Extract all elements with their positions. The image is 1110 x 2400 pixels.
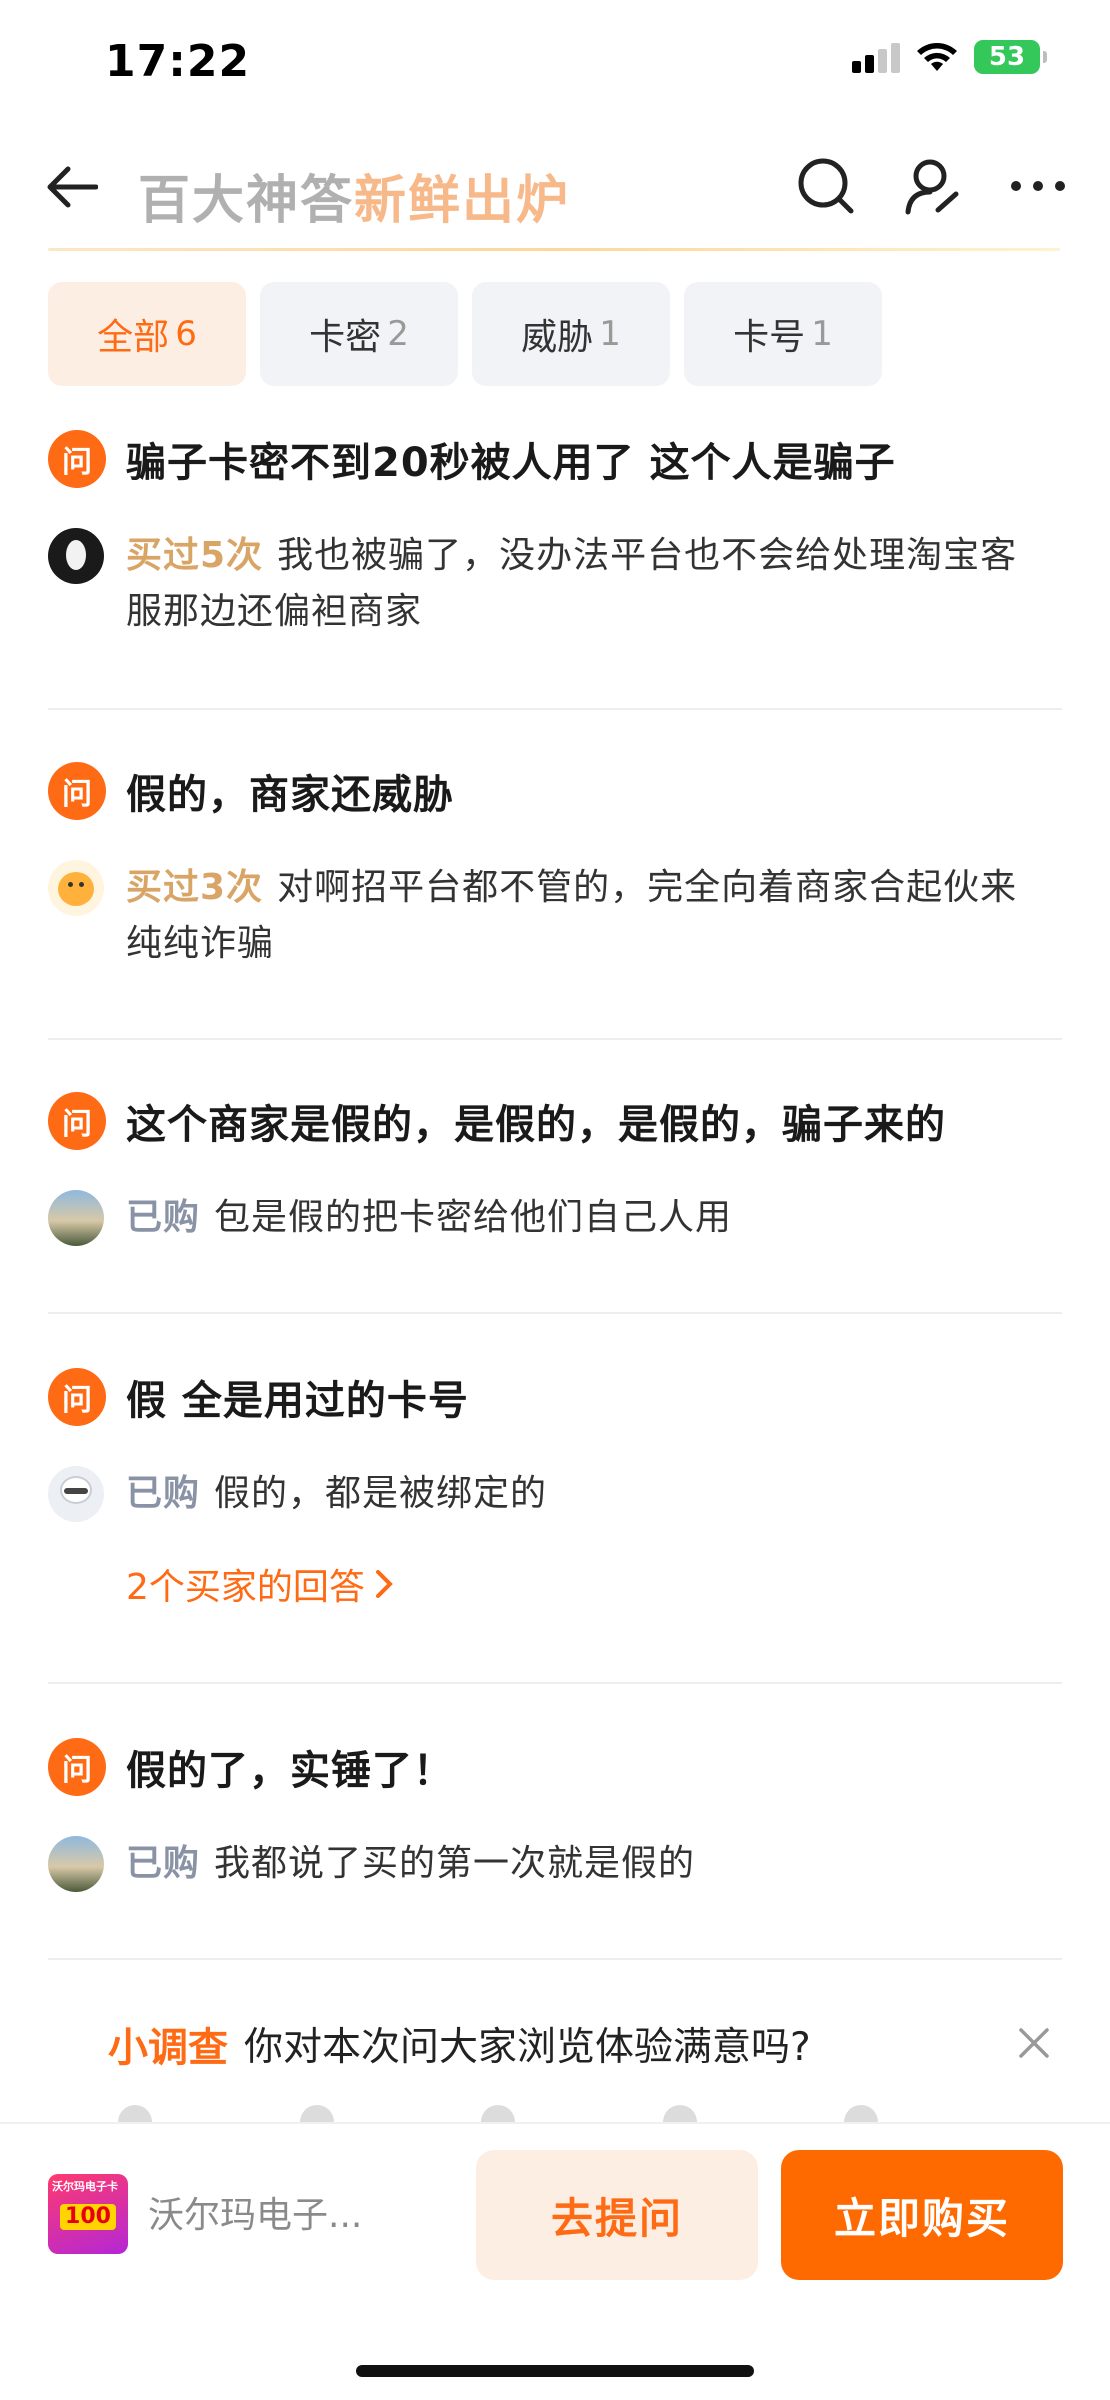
user-icon bbox=[905, 159, 959, 215]
answer-text: 我都说了买的第一次就是假的 bbox=[214, 1843, 696, 1884]
question-text: 这个商家是假的，是假的，是假的，骗子来的 bbox=[126, 1102, 946, 1148]
survey-close-button[interactable] bbox=[1010, 2019, 1058, 2067]
tab-count: 1 bbox=[599, 314, 621, 354]
survey-tag: 小调查 bbox=[108, 2025, 228, 2071]
rating-option[interactable] bbox=[662, 2105, 697, 2123]
question-badge: 问 bbox=[48, 1738, 106, 1796]
close-icon bbox=[1019, 2028, 1049, 2058]
cellular-signal-icon bbox=[852, 41, 900, 73]
page-title-highlight: 新鲜出炉 bbox=[354, 171, 571, 231]
tab-count: 6 bbox=[175, 314, 197, 354]
rating-option[interactable] bbox=[299, 2105, 334, 2123]
tab-label: 全部 bbox=[97, 317, 170, 358]
divider bbox=[48, 1038, 1062, 1040]
answer-text-line2: 服那边还偏袒商家 bbox=[126, 591, 423, 632]
buy-now-button[interactable]: 立即购买 bbox=[781, 2150, 1063, 2280]
wifi-icon bbox=[916, 41, 958, 73]
more-button[interactable] bbox=[1002, 150, 1074, 222]
question-text: 假的，商家还威胁 bbox=[126, 772, 454, 818]
question-badge: 问 bbox=[48, 1368, 106, 1426]
product-thumbnail[interactable]: 沃尔玛电子卡 100 bbox=[48, 2174, 128, 2254]
ask-question-button[interactable]: 去提问 bbox=[476, 2150, 758, 2280]
back-button[interactable] bbox=[40, 155, 104, 219]
tab-card-number[interactable]: 卡号 1 bbox=[684, 282, 882, 386]
tab-threat[interactable]: 威胁 1 bbox=[472, 282, 670, 386]
answer-text-line2: 纯纯诈骗 bbox=[126, 923, 275, 964]
qa-item[interactable]: 问 假的了，实锤了！ 已购 我都说了买的第一次就是假的 bbox=[48, 1738, 1062, 1892]
divider bbox=[48, 1682, 1062, 1684]
answer-text: 我也被骗了，没办法平台也不会给处理淘宝客 bbox=[277, 535, 1018, 576]
purchase-tag: 买过3次 bbox=[126, 867, 264, 908]
battery-icon: 53 bbox=[974, 40, 1047, 74]
divider bbox=[48, 708, 1062, 710]
status-time: 17:22 bbox=[105, 36, 251, 87]
home-indicator bbox=[356, 2365, 754, 2377]
qa-item[interactable]: 问 假 全是用过的卡号 已购 假的，都是被绑定的 2个买家的回答 bbox=[48, 1368, 1062, 1610]
more-icon bbox=[1011, 181, 1065, 191]
purchase-tag: 买过5次 bbox=[126, 535, 264, 576]
rating-option[interactable] bbox=[118, 2105, 152, 2123]
product-thumbnail-label: 沃尔玛电子卡 bbox=[52, 2180, 118, 2193]
back-arrow-icon bbox=[47, 166, 98, 208]
survey-banner: 小调查 你对本次问大家浏览体验满意吗? bbox=[108, 2015, 1058, 2073]
avatar bbox=[48, 1466, 104, 1522]
more-answers-link[interactable]: 2个买家的回答 bbox=[126, 1558, 1062, 1610]
product-name[interactable]: 沃尔玛电子... bbox=[148, 2186, 362, 2238]
question-badge: 问 bbox=[48, 1092, 106, 1150]
header-underline bbox=[48, 248, 1060, 251]
user-button[interactable] bbox=[896, 150, 968, 222]
battery-level: 53 bbox=[988, 42, 1026, 72]
tab-card-secret[interactable]: 卡密 2 bbox=[260, 282, 458, 386]
question-badge: 问 bbox=[48, 430, 106, 488]
rating-option[interactable] bbox=[481, 2105, 515, 2123]
header: 百大神答新鲜出炉 bbox=[0, 130, 1110, 251]
status-indicators: 53 bbox=[852, 40, 1047, 74]
tab-label: 卡号 bbox=[733, 317, 806, 358]
product-thumbnail-value: 100 bbox=[60, 2204, 116, 2230]
purchase-tag: 已购 bbox=[126, 1473, 201, 1514]
tab-all[interactable]: 全部 6 bbox=[48, 282, 246, 386]
purchase-tag: 已购 bbox=[126, 1197, 201, 1238]
search-button[interactable] bbox=[790, 150, 862, 222]
tab-label: 威胁 bbox=[521, 317, 594, 358]
divider bbox=[48, 1312, 1062, 1314]
avatar bbox=[48, 528, 104, 584]
avatar bbox=[48, 1190, 104, 1246]
tab-count: 1 bbox=[811, 314, 833, 354]
answer-text: 包是假的把卡密给他们自己人用 bbox=[214, 1197, 733, 1238]
survey-question: 你对本次问大家浏览体验满意吗? bbox=[244, 2025, 811, 2070]
survey-rating-options bbox=[118, 2105, 878, 2123]
question-text: 骗子卡密不到20秒被人用了 这个人是骗子 bbox=[126, 440, 896, 486]
divider bbox=[48, 1958, 1062, 1960]
tab-label: 卡密 bbox=[309, 317, 382, 358]
question-badge: 问 bbox=[48, 762, 106, 820]
question-text: 假 全是用过的卡号 bbox=[126, 1378, 469, 1424]
qa-item[interactable]: 问 假的，商家还威胁 买过3次 对啊招平台都不管的，完全向着商家合起伙来 纯纯诈骗 bbox=[48, 762, 1062, 972]
rating-option[interactable] bbox=[844, 2105, 878, 2123]
search-icon bbox=[798, 158, 854, 214]
answer-text: 假的，都是被绑定的 bbox=[214, 1473, 548, 1514]
answer-text: 对啊招平台都不管的，完全向着商家合起伙来 bbox=[277, 867, 1018, 908]
avatar bbox=[48, 860, 104, 916]
qa-item[interactable]: 问 这个商家是假的，是假的，是假的，骗子来的 已购 包是假的把卡密给他们自己人用 bbox=[48, 1092, 1062, 1246]
chevron-right-icon bbox=[375, 1570, 393, 1598]
more-answers-label: 2个买家的回答 bbox=[126, 1567, 365, 1608]
qa-item[interactable]: 问 骗子卡密不到20秒被人用了 这个人是骗子 买过5次 我也被骗了，没办法平台也不… bbox=[48, 430, 1062, 640]
page-title: 百大神答新鲜出炉 bbox=[138, 158, 570, 233]
status-bar: 17:22 53 bbox=[0, 0, 1110, 120]
filter-tabs: 全部 6 卡密 2 威胁 1 卡号 1 bbox=[48, 282, 882, 386]
tab-count: 2 bbox=[387, 314, 409, 354]
avatar bbox=[48, 1836, 104, 1892]
purchase-tag: 已购 bbox=[126, 1843, 201, 1884]
bottom-action-bar: 沃尔玛电子卡 100 沃尔玛电子... 去提问 立即购买 bbox=[0, 2122, 1110, 2400]
page-title-main: 百大神答 bbox=[138, 171, 355, 231]
question-text: 假的了，实锤了！ bbox=[126, 1748, 454, 1794]
